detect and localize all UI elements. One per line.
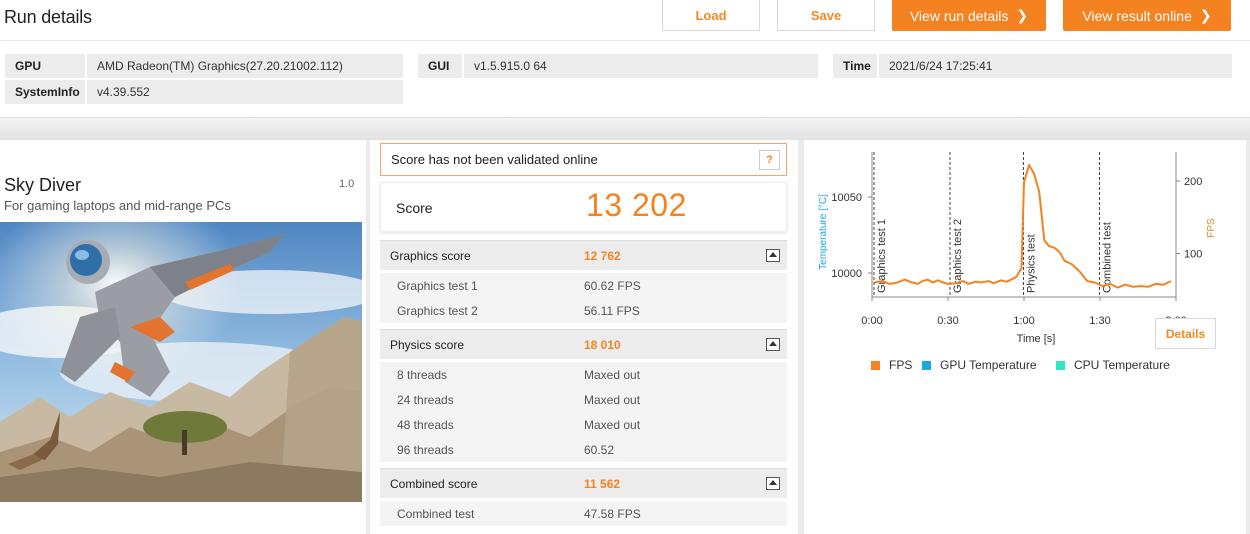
validation-notice-text: Score has not been validated online bbox=[391, 152, 598, 167]
chevron-right-icon: ❯ bbox=[1016, 7, 1029, 23]
y-left-tick-label: 10000 bbox=[831, 268, 862, 280]
combined-score-header: Combined score 11 562 bbox=[380, 468, 787, 498]
collapse-toggle-icon[interactable] bbox=[766, 338, 780, 351]
gui-value: v1.5.915.0 64 bbox=[464, 54, 818, 78]
x-tick-label: 0:00 bbox=[861, 315, 882, 327]
time-label: Time bbox=[833, 54, 877, 78]
details-button[interactable]: Details bbox=[1155, 318, 1216, 349]
save-button[interactable]: Save bbox=[777, 0, 875, 31]
view-result-online-label: View result online bbox=[1082, 7, 1192, 24]
x-axis-label: Time [s] bbox=[1017, 333, 1056, 345]
systeminfo-label: SystemInfo bbox=[5, 80, 85, 104]
legend-label: FPS bbox=[889, 358, 913, 372]
y-right-axis-label: FPS bbox=[1206, 218, 1217, 238]
phase-marker-label: Combined test bbox=[1101, 222, 1113, 293]
legend-item-gpu-temperature: GPU Temperature bbox=[922, 358, 1037, 372]
y-left-axis-label: Temperature [°C] bbox=[818, 194, 829, 270]
fps-series-line bbox=[874, 164, 1172, 289]
gpu-temperature-swatch bbox=[922, 360, 931, 370]
physics-test-row: 24 threads Maxed out bbox=[380, 387, 787, 412]
view-run-details-button[interactable]: View run details ❯ bbox=[892, 0, 1046, 31]
y-right-tick-label: 200 bbox=[1184, 176, 1202, 188]
score-label: Score bbox=[396, 200, 433, 216]
test-label: Graphics test 1 bbox=[397, 279, 478, 293]
test-label: 96 threads bbox=[397, 443, 454, 457]
cpu-temperature-swatch bbox=[1056, 360, 1065, 370]
physics-score-label: Physics score bbox=[390, 338, 465, 352]
legend-label: GPU Temperature bbox=[940, 358, 1037, 372]
test-label: 8 threads bbox=[397, 368, 448, 382]
legend-item-fps: FPS bbox=[871, 358, 912, 372]
validation-notice: Score has not been validated online ? bbox=[380, 143, 787, 176]
benchmark-subtitle: For gaming laptops and mid-range PCs bbox=[4, 198, 231, 213]
score-value: 13 202 bbox=[586, 187, 687, 223]
graphics-score-value: 12 762 bbox=[584, 249, 621, 263]
gui-label: GUI bbox=[418, 54, 462, 78]
gpu-label: GPU bbox=[5, 54, 85, 78]
chart-series bbox=[874, 164, 1172, 289]
legend-label: CPU Temperature bbox=[1074, 358, 1170, 372]
x-tick-label: 0:30 bbox=[937, 315, 958, 327]
page-title: Run details bbox=[4, 7, 92, 27]
header: Run details Load Save View run details ❯… bbox=[0, 0, 1250, 118]
test-value: 60.52 bbox=[584, 443, 615, 457]
test-value: Maxed out bbox=[584, 418, 641, 432]
legend-item-cpu-temperature: CPU Temperature bbox=[1056, 358, 1170, 372]
test-value: 56.11 FPS bbox=[584, 304, 640, 318]
x-tick-label: 1:00 bbox=[1013, 315, 1034, 327]
physics-test-row: 8 threads Maxed out bbox=[380, 362, 787, 387]
test-label: Combined test bbox=[397, 507, 475, 521]
test-value: 60.62 FPS bbox=[584, 279, 641, 293]
chevron-right-icon: ❯ bbox=[1199, 7, 1212, 23]
y-right-tick-label: 100 bbox=[1184, 249, 1202, 261]
combined-score-value: 11 562 bbox=[584, 477, 621, 491]
graphics-score-header: Graphics score 12 762 bbox=[380, 240, 787, 270]
benchmark-version: 1.0 bbox=[339, 178, 355, 190]
physics-score-header: Physics score 18 010 bbox=[380, 329, 787, 359]
benchmark-hero-image bbox=[0, 222, 362, 502]
test-value: Maxed out bbox=[584, 368, 641, 382]
x-tick-label: 1:30 bbox=[1089, 315, 1110, 327]
combined-test-row: Combined test 47.58 FPS bbox=[380, 501, 787, 526]
test-label: Graphics test 2 bbox=[397, 304, 478, 318]
view-run-details-label: View run details bbox=[909, 7, 1009, 24]
graphics-score-label: Graphics score bbox=[390, 249, 471, 263]
fps-swatch bbox=[871, 360, 880, 370]
chart-markers: Graphics test 1 Graphics test 2 Physics te… bbox=[873, 152, 1113, 297]
combined-score-label: Combined score bbox=[390, 477, 478, 491]
physics-test-row: 96 threads 60.52 bbox=[380, 437, 787, 462]
test-value: Maxed out bbox=[584, 393, 641, 407]
score-box: Score 13 202 bbox=[380, 182, 787, 232]
benchmark-panel: Sky Diver For gaming laptops and mid-ran… bbox=[0, 140, 366, 534]
gpu-value: AMD Radeon(TM) Graphics(27.20.21002.112) bbox=[87, 54, 403, 78]
physics-test-row: 48 threads Maxed out bbox=[380, 412, 787, 437]
systeminfo-value: v4.39.552 bbox=[87, 80, 403, 104]
test-value: 47.58 FPS bbox=[584, 507, 641, 521]
section-band bbox=[0, 118, 1250, 140]
view-result-online-button[interactable]: View result online ❯ bbox=[1063, 0, 1231, 31]
y-left-tick-label: 10050 bbox=[831, 192, 862, 204]
physics-score-value: 18 010 bbox=[584, 338, 621, 352]
benchmark-name: Sky Diver bbox=[4, 175, 82, 195]
header-divider bbox=[0, 40, 1250, 41]
help-button[interactable]: ? bbox=[759, 150, 780, 170]
phase-marker-label: Physics test bbox=[1025, 234, 1037, 293]
collapse-toggle-icon[interactable] bbox=[766, 477, 780, 490]
test-label: 24 threads bbox=[397, 393, 454, 407]
load-button[interactable]: Load bbox=[662, 0, 760, 31]
test-label: 48 threads bbox=[397, 418, 454, 432]
graphics-test-row: Graphics test 1 60.62 FPS bbox=[380, 273, 787, 298]
collapse-toggle-icon[interactable] bbox=[766, 249, 780, 262]
graphics-test-row: Graphics test 2 56.11 FPS bbox=[380, 298, 787, 323]
time-value: 2021/6/24 17:25:41 bbox=[879, 54, 1232, 78]
